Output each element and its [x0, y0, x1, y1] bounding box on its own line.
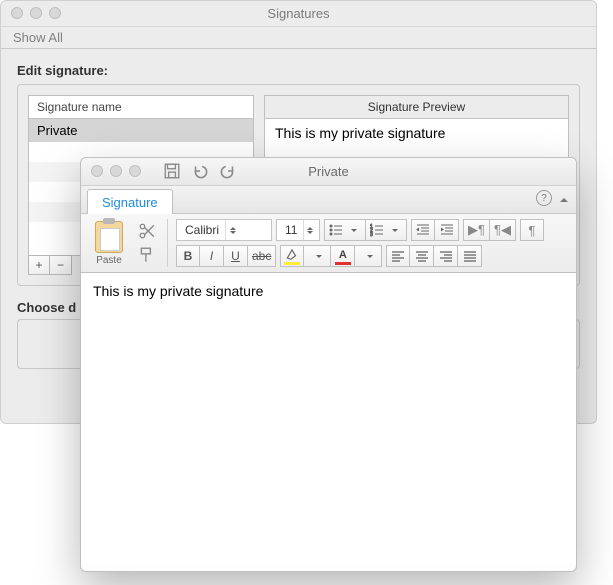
font-name-value: Calibri — [185, 223, 219, 237]
highlight-swatch — [284, 262, 300, 265]
editor-close-button[interactable] — [91, 165, 103, 177]
paste-group: Paste — [87, 221, 131, 266]
align-justify-button[interactable] — [458, 245, 482, 267]
chevron-down-icon — [347, 220, 361, 240]
editor-window-title: Private — [81, 158, 576, 186]
help-icon[interactable]: ? — [536, 190, 552, 206]
window-title: Signatures — [1, 1, 596, 27]
list-group: 123 — [324, 219, 407, 241]
outdent-button[interactable] — [411, 219, 435, 241]
chevron-updown-icon — [303, 220, 315, 240]
editor-quick-toolbar — [163, 162, 237, 180]
show-all-button[interactable]: Show All — [1, 27, 596, 49]
cut-copy-group — [135, 222, 159, 264]
font-style-group: B I U abc — [176, 245, 276, 267]
indent-button[interactable] — [435, 219, 459, 241]
highlight-color-menu[interactable] — [304, 245, 331, 267]
bullet-list-button[interactable] — [324, 219, 366, 241]
chevron-down-icon — [388, 220, 402, 240]
signature-preview-header: Signature Preview — [264, 95, 569, 119]
rtl-button[interactable]: ¶◀ — [490, 219, 516, 241]
strikethrough-button[interactable]: abc — [248, 245, 276, 267]
italic-button[interactable]: I — [200, 245, 224, 267]
editor-body[interactable]: This is my private signature — [81, 273, 576, 563]
signature-name-header: Signature name — [28, 95, 254, 118]
edit-signature-label: Edit signature: — [17, 63, 580, 78]
show-formatting-button[interactable]: ¶ — [520, 219, 544, 241]
chevron-down-icon — [312, 246, 326, 266]
editor-minimize-button[interactable] — [110, 165, 122, 177]
editor-zoom-button[interactable] — [129, 165, 141, 177]
redo-icon[interactable] — [219, 162, 237, 180]
font-color-button[interactable]: A — [331, 245, 355, 267]
scissors-icon[interactable] — [138, 222, 156, 240]
editor-tab-row: Signature ? — [81, 186, 576, 214]
indent-group — [411, 219, 459, 241]
font-size-dropdown[interactable]: 11 — [276, 219, 320, 241]
font-size-value: 11 — [285, 223, 297, 237]
chevron-updown-icon — [225, 220, 239, 240]
paste-label: Paste — [96, 255, 122, 266]
numbered-list-button[interactable]: 123 — [366, 219, 407, 241]
signature-editor-window: Private Signature ? Paste — [80, 157, 577, 572]
align-left-button[interactable] — [386, 245, 410, 267]
font-color-menu[interactable] — [355, 245, 382, 267]
format-painter-icon[interactable] — [138, 246, 156, 264]
tab-right-controls: ? — [536, 190, 568, 206]
save-icon[interactable] — [163, 162, 181, 180]
font-name-dropdown[interactable]: Calibri — [176, 219, 272, 241]
undo-icon[interactable] — [191, 162, 209, 180]
font-color-swatch — [335, 262, 351, 265]
align-right-button[interactable] — [434, 245, 458, 267]
underline-button[interactable]: U — [224, 245, 248, 267]
ribbon: Paste Calibri 11 — [81, 214, 576, 273]
ribbon-separator — [167, 219, 168, 267]
zoom-window-button[interactable] — [49, 7, 61, 19]
collapse-ribbon-icon[interactable] — [560, 194, 568, 202]
remove-signature-button[interactable]: − — [50, 255, 72, 275]
clipboard-icon[interactable] — [95, 221, 123, 253]
direction-group: ▶¶ ¶◀ — [463, 219, 516, 241]
align-center-button[interactable] — [410, 245, 434, 267]
editor-traffic-lights — [91, 165, 141, 177]
align-group — [386, 245, 482, 267]
bold-button[interactable]: B — [176, 245, 200, 267]
svg-text:3: 3 — [370, 232, 373, 237]
main-titlebar: Signatures — [1, 1, 596, 27]
chevron-down-icon — [363, 246, 377, 266]
color-group: A — [280, 245, 382, 267]
add-signature-button[interactable]: + — [28, 255, 50, 275]
tab-signature[interactable]: Signature — [87, 189, 173, 214]
signature-row[interactable]: Private — [29, 119, 253, 142]
minimize-window-button[interactable] — [30, 7, 42, 19]
traffic-lights — [11, 7, 61, 19]
ltr-button[interactable]: ▶¶ — [463, 219, 490, 241]
editor-titlebar: Private — [81, 158, 576, 186]
highlight-color-button[interactable] — [280, 245, 304, 267]
close-window-button[interactable] — [11, 7, 23, 19]
